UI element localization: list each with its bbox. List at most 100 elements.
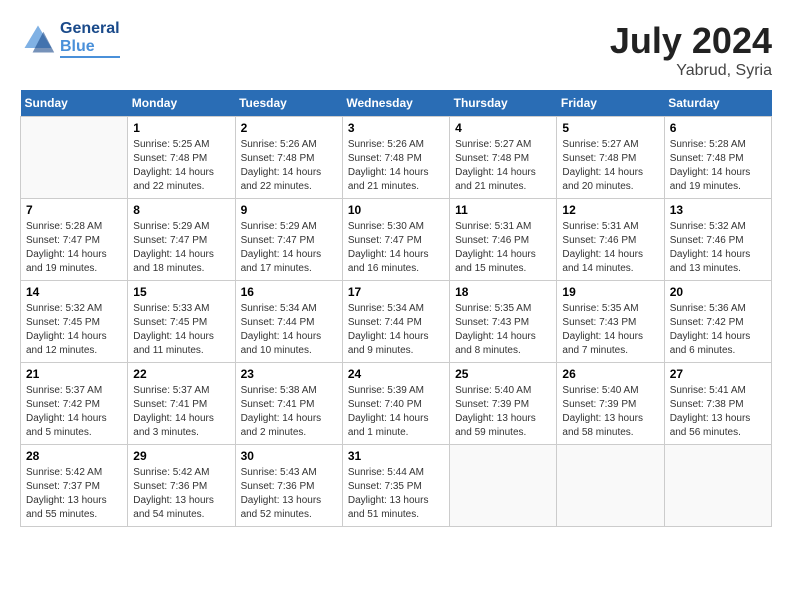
calendar-cell: 22 Sunrise: 5:37 AMSunset: 7:41 PMDayligh… <box>128 363 235 445</box>
logo-icon <box>20 21 56 57</box>
day-info: Sunrise: 5:29 AMSunset: 7:47 PMDaylight:… <box>241 220 337 276</box>
day-info: Sunrise: 5:27 AMSunset: 7:48 PMDaylight:… <box>455 138 551 194</box>
calendar-cell: 2Sunrise: 5:26 AMSunset: 7:48 PMDaylight… <box>235 117 342 199</box>
calendar-cell: 13 Sunrise: 5:32 AMSunset: 7:46 PMDayligh… <box>664 199 771 281</box>
day-info: Sunrise: 5:35 AMSunset: 7:43 PMDaylight:… <box>562 302 658 358</box>
day-number: 2 <box>241 121 337 135</box>
day-number: 11 <box>455 203 551 217</box>
title-block: July 2024 Yabrud, Syria <box>610 20 772 80</box>
calendar-cell: 23Sunrise: 5:38 AMSunset: 7:41 PMDayligh… <box>235 363 342 445</box>
day-number: 26 <box>562 367 658 381</box>
day-number: 7 <box>26 203 122 217</box>
day-number: 18 <box>455 285 551 299</box>
day-number: 16 <box>241 285 337 299</box>
logo: General Blue <box>20 20 120 58</box>
day-of-week-header: Saturday <box>664 90 771 117</box>
day-info: Sunrise: 5:34 AMSunset: 7:44 PMDaylight:… <box>241 302 337 358</box>
calendar-cell <box>557 445 664 527</box>
calendar-cell: 8 Sunrise: 5:29 AMSunset: 7:47 PMDaylight… <box>128 199 235 281</box>
day-number: 17 <box>348 285 444 299</box>
day-info: Sunrise: 5:44 AMSunset: 7:35 PMDaylight:… <box>348 466 444 522</box>
day-info: Sunrise: 5:28 AMSunset: 7:47 PMDaylight:… <box>26 220 122 276</box>
calendar-cell <box>450 445 557 527</box>
day-number: 30 <box>241 449 337 463</box>
day-info: Sunrise: 5:26 AMSunset: 7:48 PMDaylight:… <box>348 138 444 194</box>
day-info: Sunrise: 5:43 AMSunset: 7:36 PMDaylight:… <box>241 466 337 522</box>
month-year: July 2024 <box>610 20 772 62</box>
calendar-cell: 1Sunrise: 5:25 AMSunset: 7:48 PMDaylight… <box>128 117 235 199</box>
day-number: 4 <box>455 121 551 135</box>
day-info: Sunrise: 5:37 AMSunset: 7:41 PMDaylight:… <box>133 384 229 440</box>
calendar-week-row: 1Sunrise: 5:25 AMSunset: 7:48 PMDaylight… <box>21 117 772 199</box>
calendar-week-row: 28Sunrise: 5:42 AMSunset: 7:37 PMDayligh… <box>21 445 772 527</box>
day-number: 13 <box>670 203 766 217</box>
calendar-cell: 12 Sunrise: 5:31 AMSunset: 7:46 PMDayligh… <box>557 199 664 281</box>
calendar-cell: 14 Sunrise: 5:32 AMSunset: 7:45 PMDayligh… <box>21 281 128 363</box>
day-number: 25 <box>455 367 551 381</box>
calendar-cell: 4 Sunrise: 5:27 AMSunset: 7:48 PMDaylight… <box>450 117 557 199</box>
day-number: 14 <box>26 285 122 299</box>
day-number: 24 <box>348 367 444 381</box>
calendar-cell: 26 Sunrise: 5:40 AMSunset: 7:39 PMDayligh… <box>557 363 664 445</box>
calendar-cell: 15Sunrise: 5:33 AMSunset: 7:45 PMDayligh… <box>128 281 235 363</box>
logo-general: General <box>60 20 120 38</box>
day-of-week-header: Sunday <box>21 90 128 117</box>
day-info: Sunrise: 5:29 AMSunset: 7:47 PMDaylight:… <box>133 220 229 276</box>
logo-underline <box>60 56 120 58</box>
calendar-cell: 21Sunrise: 5:37 AMSunset: 7:42 PMDayligh… <box>21 363 128 445</box>
calendar-cell: 5Sunrise: 5:27 AMSunset: 7:48 PMDaylight… <box>557 117 664 199</box>
day-info: Sunrise: 5:41 AMSunset: 7:38 PMDaylight:… <box>670 384 766 440</box>
day-number: 23 <box>241 367 337 381</box>
day-info: Sunrise: 5:32 AMSunset: 7:45 PMDaylight:… <box>26 302 122 358</box>
calendar-week-row: 7 Sunrise: 5:28 AMSunset: 7:47 PMDaylight… <box>21 199 772 281</box>
day-number: 1 <box>133 121 229 135</box>
day-info: Sunrise: 5:40 AMSunset: 7:39 PMDaylight:… <box>455 384 551 440</box>
logo-blue: Blue <box>60 38 120 56</box>
day-info: Sunrise: 5:32 AMSunset: 7:46 PMDaylight:… <box>670 220 766 276</box>
calendar-week-row: 14 Sunrise: 5:32 AMSunset: 7:45 PMDayligh… <box>21 281 772 363</box>
calendar-header-row: SundayMondayTuesdayWednesdayThursdayFrid… <box>21 90 772 117</box>
calendar-week-row: 21Sunrise: 5:37 AMSunset: 7:42 PMDayligh… <box>21 363 772 445</box>
day-number: 3 <box>348 121 444 135</box>
day-of-week-header: Thursday <box>450 90 557 117</box>
calendar-cell: 19Sunrise: 5:35 AMSunset: 7:43 PMDayligh… <box>557 281 664 363</box>
day-of-week-header: Monday <box>128 90 235 117</box>
calendar-table: SundayMondayTuesdayWednesdayThursdayFrid… <box>20 90 772 527</box>
day-info: Sunrise: 5:36 AMSunset: 7:42 PMDaylight:… <box>670 302 766 358</box>
day-info: Sunrise: 5:27 AMSunset: 7:48 PMDaylight:… <box>562 138 658 194</box>
calendar-cell: 30 Sunrise: 5:43 AMSunset: 7:36 PMDayligh… <box>235 445 342 527</box>
calendar-cell: 16 Sunrise: 5:34 AMSunset: 7:44 PMDayligh… <box>235 281 342 363</box>
calendar-cell: 24Sunrise: 5:39 AMSunset: 7:40 PMDayligh… <box>342 363 449 445</box>
day-number: 6 <box>670 121 766 135</box>
calendar-cell: 28Sunrise: 5:42 AMSunset: 7:37 PMDayligh… <box>21 445 128 527</box>
page-header: General Blue July 2024 Yabrud, Syria <box>20 20 772 80</box>
day-number: 12 <box>562 203 658 217</box>
calendar-cell <box>664 445 771 527</box>
day-number: 8 <box>133 203 229 217</box>
day-number: 20 <box>670 285 766 299</box>
day-number: 22 <box>133 367 229 381</box>
day-info: Sunrise: 5:30 AMSunset: 7:47 PMDaylight:… <box>348 220 444 276</box>
day-number: 15 <box>133 285 229 299</box>
day-info: Sunrise: 5:35 AMSunset: 7:43 PMDaylight:… <box>455 302 551 358</box>
day-number: 10 <box>348 203 444 217</box>
day-info: Sunrise: 5:40 AMSunset: 7:39 PMDaylight:… <box>562 384 658 440</box>
calendar-cell: 7 Sunrise: 5:28 AMSunset: 7:47 PMDaylight… <box>21 199 128 281</box>
calendar-cell: 9 Sunrise: 5:29 AMSunset: 7:47 PMDaylight… <box>235 199 342 281</box>
day-number: 27 <box>670 367 766 381</box>
day-number: 29 <box>133 449 229 463</box>
day-info: Sunrise: 5:31 AMSunset: 7:46 PMDaylight:… <box>562 220 658 276</box>
calendar-cell: 6 Sunrise: 5:28 AMSunset: 7:48 PMDaylight… <box>664 117 771 199</box>
day-number: 21 <box>26 367 122 381</box>
day-number: 9 <box>241 203 337 217</box>
calendar-cell: 11 Sunrise: 5:31 AMSunset: 7:46 PMDayligh… <box>450 199 557 281</box>
day-info: Sunrise: 5:31 AMSunset: 7:46 PMDaylight:… <box>455 220 551 276</box>
logo-text: General Blue <box>60 20 120 58</box>
day-info: Sunrise: 5:28 AMSunset: 7:48 PMDaylight:… <box>670 138 766 194</box>
location: Yabrud, Syria <box>610 62 772 80</box>
calendar-cell <box>21 117 128 199</box>
calendar-cell: 3 Sunrise: 5:26 AMSunset: 7:48 PMDaylight… <box>342 117 449 199</box>
day-number: 31 <box>348 449 444 463</box>
calendar-cell: 20 Sunrise: 5:36 AMSunset: 7:42 PMDayligh… <box>664 281 771 363</box>
day-number: 28 <box>26 449 122 463</box>
